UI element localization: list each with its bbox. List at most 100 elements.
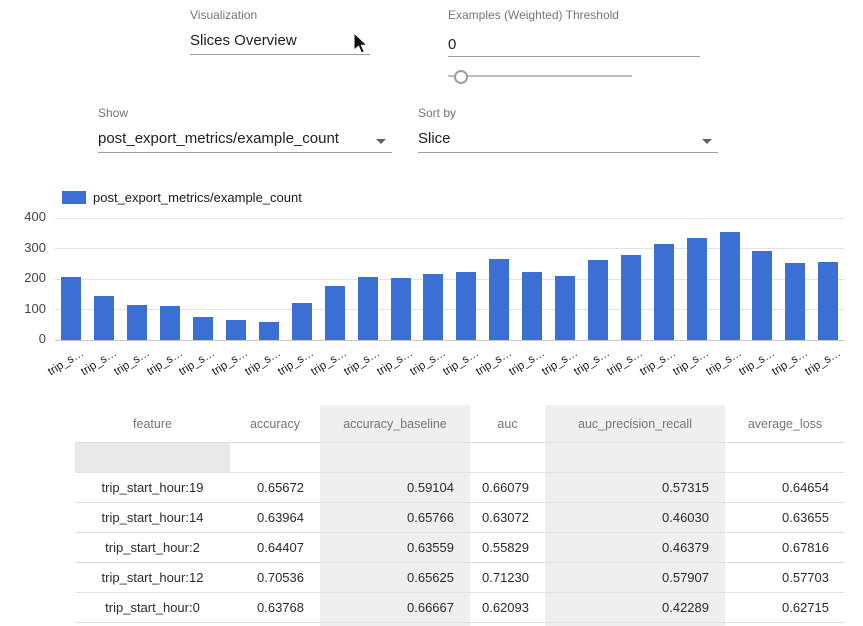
metric-cell: 0.67816 xyxy=(725,533,845,563)
column-header-feature[interactable]: feature xyxy=(75,405,230,443)
bar-6[interactable] xyxy=(259,322,279,340)
metric-cell: 0.59104 xyxy=(320,473,470,503)
metric-cell: 0.58337 xyxy=(470,623,545,626)
metric-cell: 0.65625 xyxy=(320,563,470,593)
feature-cell: trip_start_hour:19 xyxy=(75,473,230,503)
bar-22[interactable] xyxy=(785,263,805,340)
metric-cell: 0.65142 xyxy=(725,623,845,626)
metric-cell: 0.57703 xyxy=(725,563,845,593)
y-tick-label: 300 xyxy=(0,240,46,255)
metric-cell: 0.64407 xyxy=(230,533,320,563)
table-row: trip_start_hour:120.705360.656250.712300… xyxy=(75,563,845,593)
filter-cell xyxy=(545,443,725,473)
bar-12[interactable] xyxy=(456,272,476,340)
feature-cell: trip_start_hour:14 xyxy=(75,503,230,533)
slices-overview-app: Visualization Slices Overview Examples (… xyxy=(0,0,863,626)
feature-cell: trip_start_hour:12 xyxy=(75,563,230,593)
table-body: trip_start_hour:190.656720.591040.660790… xyxy=(75,443,845,626)
metric-cell: 0.57907 xyxy=(545,563,725,593)
filter-cell xyxy=(725,443,845,473)
mouse-cursor-icon xyxy=(353,32,370,56)
metric-cell: 0.71230 xyxy=(470,563,545,593)
metric-cell: 0.63655 xyxy=(725,503,845,533)
y-tick-label: 100 xyxy=(0,301,46,316)
bar-19[interactable] xyxy=(687,238,707,340)
column-header-auc_precision_recall[interactable]: auc_precision_recall xyxy=(545,405,725,443)
bar-23[interactable] xyxy=(818,262,838,340)
show-select[interactable]: post_export_metrics/example_count xyxy=(98,126,392,153)
metric-cell: 0.62093 xyxy=(470,593,545,623)
table-filter-row xyxy=(75,443,845,473)
bar-18[interactable] xyxy=(654,244,674,340)
column-header-accuracy_baseline[interactable]: accuracy_baseline xyxy=(320,405,470,443)
slider-thumb[interactable] xyxy=(454,70,468,84)
bar-11[interactable] xyxy=(423,274,443,340)
metric-cell: 0.65672 xyxy=(230,473,320,503)
metric-cell: 0.57315 xyxy=(545,473,725,503)
bar-2[interactable] xyxy=(127,305,147,340)
filter-cell xyxy=(320,443,470,473)
metrics-table: featureaccuracyaccuracy_baselineaucauc_p… xyxy=(75,405,845,626)
table-row: trip_start_hour:230.660160.648440.583370… xyxy=(75,623,845,626)
chart-bars xyxy=(55,218,845,340)
column-header-accuracy[interactable]: accuracy xyxy=(230,405,320,443)
metric-cell: 0.62715 xyxy=(725,593,845,623)
feature-cell: trip_start_hour:2 xyxy=(75,533,230,563)
sort-by-select[interactable]: Slice xyxy=(418,126,718,153)
y-tick-label: 400 xyxy=(0,209,46,224)
metric-cell: 0.44173 xyxy=(545,623,725,626)
metric-cell: 0.42289 xyxy=(545,593,725,623)
legend-label: post_export_metrics/example_count xyxy=(93,190,302,205)
y-tick-label: 0 xyxy=(0,331,46,346)
bar-15[interactable] xyxy=(555,276,575,340)
metric-cell: 0.70536 xyxy=(230,563,320,593)
table-row: trip_start_hour:140.639640.657660.630720… xyxy=(75,503,845,533)
column-header-average_loss[interactable]: average_loss xyxy=(725,405,845,443)
bar-17[interactable] xyxy=(621,255,641,340)
visualization-select-value: Slices Overview xyxy=(190,32,297,49)
bar-0[interactable] xyxy=(61,277,81,340)
slider-track[interactable] xyxy=(448,75,632,77)
bar-20[interactable] xyxy=(720,232,740,340)
bar-21[interactable] xyxy=(752,251,772,340)
metric-cell: 0.63964 xyxy=(230,503,320,533)
column-header-auc[interactable]: auc xyxy=(470,405,545,443)
metric-cell: 0.64844 xyxy=(320,623,470,626)
x-tick: trip_s… xyxy=(812,344,845,392)
y-tick-label: 200 xyxy=(0,270,46,285)
legend-swatch-icon xyxy=(62,191,86,204)
show-select-value: post_export_metrics/example_count xyxy=(98,130,339,147)
table-row: trip_start_hour:00.637680.666670.620930.… xyxy=(75,593,845,623)
bar-5[interactable] xyxy=(226,320,246,340)
metric-cell: 0.63768 xyxy=(230,593,320,623)
metric-cell: 0.46379 xyxy=(545,533,725,563)
filter-cell xyxy=(230,443,320,473)
bar-1[interactable] xyxy=(94,296,114,340)
metric-cell: 0.55829 xyxy=(470,533,545,563)
bar-9[interactable] xyxy=(358,277,378,340)
metric-cell: 0.66079 xyxy=(470,473,545,503)
feature-cell: trip_start_hour:23 xyxy=(75,623,230,626)
bar-14[interactable] xyxy=(522,272,542,340)
show-label: Show xyxy=(98,106,128,120)
table-row: trip_start_hour:190.656720.591040.660790… xyxy=(75,473,845,503)
chevron-down-icon xyxy=(376,139,386,144)
feature-cell: trip_start_hour:0 xyxy=(75,593,230,623)
sort-by-select-value: Slice xyxy=(418,130,451,147)
filter-cell xyxy=(75,443,230,473)
bar-10[interactable] xyxy=(391,278,411,340)
bar-13[interactable] xyxy=(489,259,509,340)
bar-16[interactable] xyxy=(588,260,608,340)
metric-cell: 0.63559 xyxy=(320,533,470,563)
bar-8[interactable] xyxy=(325,286,345,340)
metric-cell: 0.63072 xyxy=(470,503,545,533)
chart-legend: post_export_metrics/example_count xyxy=(62,190,302,205)
metric-cell: 0.46030 xyxy=(545,503,725,533)
bar-3[interactable] xyxy=(160,306,180,340)
visualization-select[interactable]: Slices Overview xyxy=(190,28,370,55)
bar-4[interactable] xyxy=(193,317,213,340)
metric-cell: 0.66667 xyxy=(320,593,470,623)
threshold-slider[interactable] xyxy=(448,66,632,86)
threshold-input[interactable] xyxy=(448,28,700,57)
bar-7[interactable] xyxy=(292,303,312,340)
